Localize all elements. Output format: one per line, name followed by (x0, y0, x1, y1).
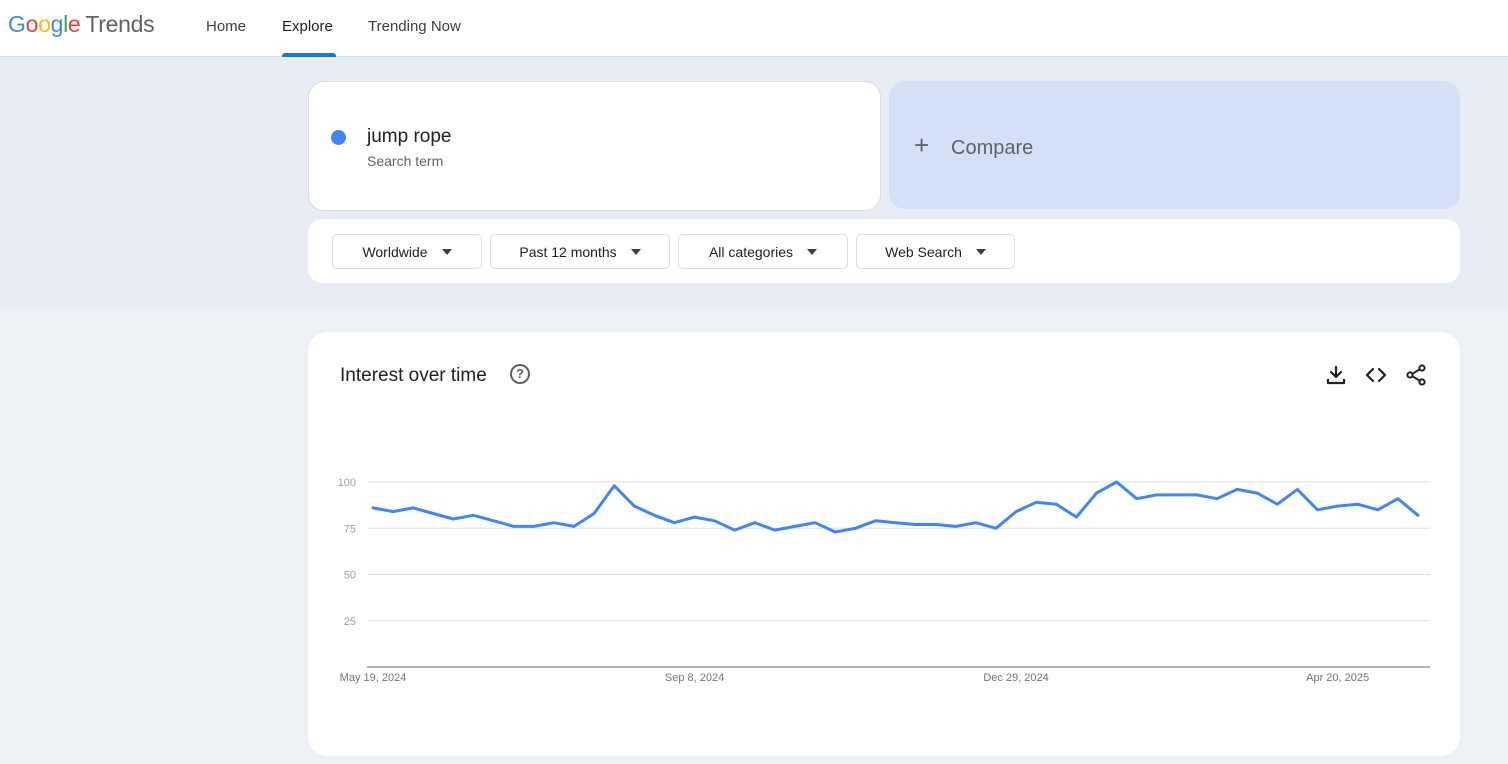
data-point (552, 521, 556, 524)
data-point (1095, 491, 1098, 495)
search-property-dropdown[interactable]: Web Search (856, 234, 1015, 269)
logo-letter: o (25, 11, 39, 37)
data-point (572, 525, 576, 528)
category-dropdown[interactable]: All categories (678, 234, 848, 269)
data-point (1215, 497, 1219, 500)
logo-product-name: Trends (85, 11, 155, 37)
data-point (472, 514, 475, 517)
data-point (793, 525, 797, 528)
search-term-card[interactable]: jump rope Search term (308, 81, 881, 211)
top-bar: Google Trends Home Explore Trending Now (0, 0, 1508, 57)
data-point (1276, 503, 1279, 506)
region-value: Worldwide (362, 243, 428, 260)
tab-trending-now[interactable]: Trending Now (368, 0, 461, 57)
data-point (1115, 480, 1118, 484)
data-point (954, 525, 957, 528)
data-point (854, 527, 857, 530)
category-value: All categories (708, 243, 794, 260)
caret-down-icon (975, 248, 986, 255)
data-point (512, 525, 515, 528)
data-point (432, 512, 435, 515)
data-point (592, 512, 596, 515)
data-point (1256, 491, 1259, 495)
data-point (914, 523, 917, 526)
region-dropdown[interactable]: Worldwide (332, 234, 482, 269)
data-point (733, 528, 736, 532)
caret-down-icon (630, 248, 641, 255)
data-point (452, 517, 455, 521)
data-point (994, 527, 998, 530)
term-color-dot (331, 130, 346, 145)
logo-letter: o (38, 11, 51, 37)
logo-letter: e (67, 11, 81, 37)
tab-home[interactable]: Home (206, 0, 246, 57)
caret-down-icon (807, 248, 818, 255)
time-range-value: Past 12 months (519, 243, 617, 260)
data-point (371, 506, 375, 510)
search-term-type: Search term (367, 153, 444, 169)
data-point (1396, 497, 1400, 500)
compare-button[interactable]: + Compare (889, 81, 1460, 209)
data-point (834, 530, 837, 534)
data-point (974, 521, 978, 524)
data-point (1155, 493, 1158, 497)
series-line (371, 480, 1420, 534)
data-point (391, 510, 395, 513)
data-point (894, 521, 897, 524)
x-tick-label: May 19, 2024 (340, 672, 407, 684)
y-tick-label: 75 (344, 523, 356, 535)
data-point (934, 523, 937, 526)
data-point (1075, 515, 1078, 519)
data-point (653, 514, 656, 517)
data-point (1296, 488, 1299, 491)
data-point (1235, 488, 1239, 491)
data-point (673, 521, 676, 524)
data-point (693, 515, 696, 519)
data-point (612, 484, 616, 487)
data-point (411, 506, 415, 510)
data-point (753, 521, 757, 524)
data-point (1195, 493, 1199, 497)
x-tick-label: Sep 8, 2024 (665, 672, 724, 684)
data-point (1356, 503, 1359, 506)
data-point (1055, 503, 1058, 506)
data-point (492, 519, 495, 523)
data-point (633, 504, 636, 508)
data-point (1135, 497, 1138, 500)
plus-icon: + (914, 130, 930, 160)
search-property-value: Web Search (885, 243, 962, 260)
data-point (1316, 508, 1319, 511)
y-tick-label: 50 (344, 570, 356, 582)
google-trends-logo[interactable]: Google Trends (8, 11, 155, 38)
data-point (713, 519, 716, 523)
compare-label: Compare (951, 137, 1034, 159)
y-tick-label: 25 (344, 616, 356, 628)
data-point (1416, 514, 1420, 517)
data-point (1175, 493, 1179, 497)
data-point (874, 519, 877, 523)
data-point (773, 528, 777, 532)
filter-bar: Worldwide Past 12 months All categories … (308, 219, 1460, 283)
y-tick-label: 100 (338, 477, 356, 489)
logo-letter: G (8, 11, 26, 37)
caret-down-icon (441, 248, 452, 255)
data-point (813, 521, 817, 524)
tab-explore[interactable]: Explore (282, 0, 333, 57)
data-point (1014, 510, 1018, 513)
time-range-dropdown[interactable]: Past 12 months (490, 234, 670, 269)
interest-line-chart: 25 50 75 100 May 19, 2024 Sep 8, 2024 Dec 29, … (338, 477, 1430, 684)
interest-over-time-widget: Interest over time ? 25 50 75 100 May 19, 20… (308, 332, 1460, 756)
data-point (1034, 501, 1038, 504)
data-point (1336, 504, 1339, 508)
x-tick-label: Dec 29, 2024 (983, 672, 1048, 684)
search-term-name[interactable]: jump rope (367, 126, 452, 148)
data-point (1376, 508, 1380, 511)
x-tick-label: Apr 20, 2025 (1306, 672, 1369, 684)
data-point (532, 525, 535, 528)
logo-letter: g (50, 11, 64, 37)
